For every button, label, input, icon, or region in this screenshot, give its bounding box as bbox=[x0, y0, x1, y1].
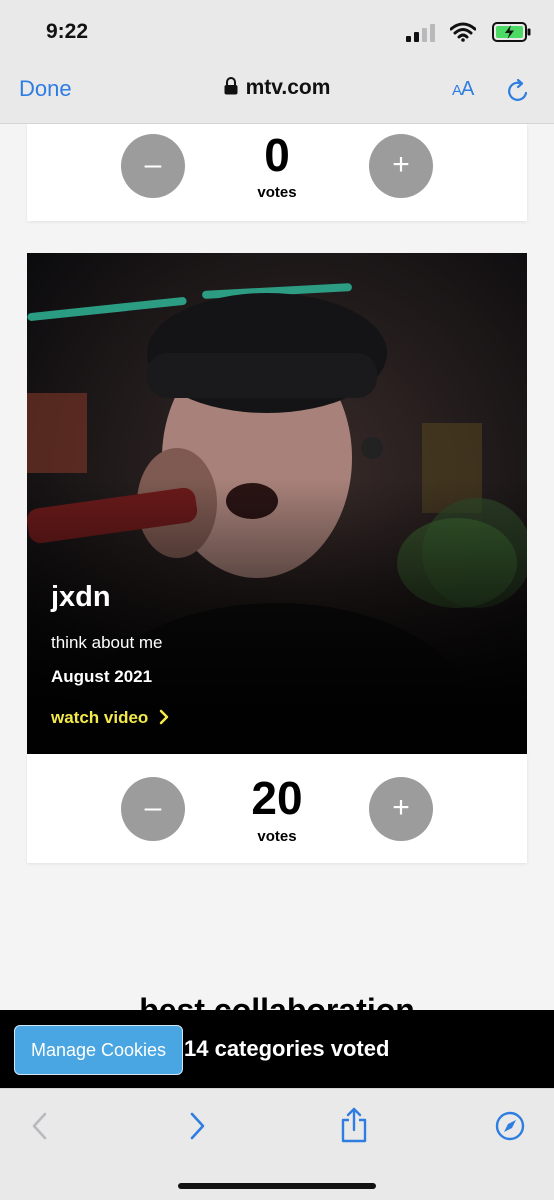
status-time: 9:22 bbox=[46, 20, 89, 43]
watch-video-link[interactable]: watch video bbox=[51, 708, 170, 728]
vote-count: 0 bbox=[264, 129, 290, 181]
browser-header: Done mtv.com AA bbox=[0, 62, 554, 124]
release-date: August 2021 bbox=[51, 667, 153, 686]
status-bar: 9:22 bbox=[0, 0, 554, 62]
home-indicator bbox=[178, 1183, 376, 1189]
vote-minus-button[interactable]: – bbox=[121, 134, 185, 198]
watch-video-label: watch video bbox=[51, 708, 149, 727]
section-title: best collaboration bbox=[139, 992, 415, 1010]
share-icon[interactable] bbox=[339, 1107, 369, 1143]
chevron-right-icon bbox=[160, 709, 169, 725]
vote-minus-button[interactable]: – bbox=[121, 777, 185, 841]
forward-icon[interactable] bbox=[187, 1111, 207, 1141]
categories-voted-text: 14 categories voted bbox=[184, 1036, 390, 1061]
vote-plus-button[interactable]: + bbox=[369, 777, 433, 841]
vote-plus-button[interactable]: + bbox=[369, 134, 433, 198]
song-title: think about me bbox=[51, 633, 163, 652]
text-size-button[interactable]: AA bbox=[452, 78, 474, 101]
reload-icon[interactable] bbox=[506, 78, 530, 104]
battery-charging-icon bbox=[492, 22, 531, 42]
text-size-small-label: A bbox=[452, 82, 462, 99]
vote-count: 20 bbox=[251, 772, 303, 824]
cellular-signal-icon bbox=[406, 24, 435, 42]
vote-card: – 0 votes + bbox=[27, 124, 527, 221]
vote-card: – 20 votes + bbox=[27, 754, 527, 863]
vote-label: votes bbox=[257, 184, 297, 201]
cookie-bar: Manage Cookies 14 categories voted bbox=[0, 1010, 554, 1088]
back-icon[interactable] bbox=[30, 1111, 50, 1141]
wifi-icon bbox=[450, 22, 476, 42]
lock-icon bbox=[224, 77, 238, 95]
nominee-video-card[interactable]: jxdn think about me August 2021 watch vi… bbox=[27, 253, 527, 754]
status-icons bbox=[402, 22, 532, 44]
compass-icon[interactable] bbox=[495, 1111, 525, 1141]
manage-cookies-button[interactable]: Manage Cookies bbox=[14, 1025, 183, 1075]
page-content: – 0 votes + jxdn think about me August 2… bbox=[0, 124, 554, 1010]
artist-name: jxdn bbox=[51, 581, 111, 613]
text-size-large-label: A bbox=[461, 78, 474, 100]
vote-label: votes bbox=[257, 828, 297, 845]
url-text: mtv.com bbox=[245, 76, 331, 99]
